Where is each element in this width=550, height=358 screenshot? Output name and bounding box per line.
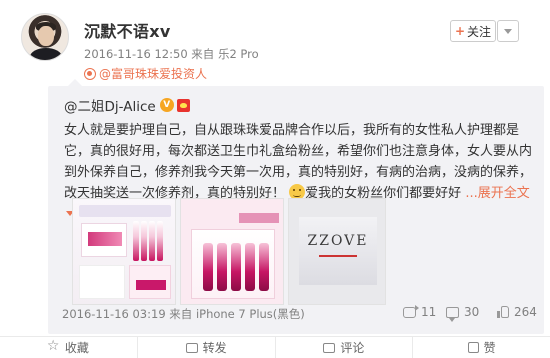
thumb2-title (239, 213, 279, 223)
repost-count[interactable]: 11 (403, 304, 437, 319)
thumb1-card (79, 265, 125, 299)
comment-label: 评论 (340, 341, 365, 355)
repost-icon (403, 304, 419, 318)
thumb1-tube (141, 221, 147, 261)
chevron-down-icon (504, 28, 512, 34)
image-thumbnail-3[interactable]: ZZOVE (288, 198, 386, 305)
comment-count-value: 30 (464, 305, 480, 319)
plus-icon: + (454, 24, 466, 38)
follow-button[interactable]: + 关注 (450, 20, 496, 42)
thumb2-bottle (245, 243, 255, 291)
repost-meta: 2016-11-16 03:19 来自 iPhone 7 Plus(黑色) (62, 307, 305, 321)
thumb2-bottle (231, 243, 241, 291)
identity-tag[interactable]: @富哥珠珠爱投资人 (84, 65, 207, 82)
thumb1-tube (157, 221, 163, 261)
repost-count-value: 11 (421, 305, 437, 319)
repost-author-link[interactable]: @二姐Dj-Alice (64, 95, 156, 115)
favorite-button[interactable]: 收藏 (0, 337, 138, 358)
verified-icon: V (159, 98, 174, 112)
thumb3-accent-line (319, 255, 357, 257)
thumb1-card-pink (129, 265, 171, 299)
thumb1-product-box (81, 223, 127, 257)
thumb1-banner (79, 205, 171, 217)
favorite-label: 收藏 (64, 341, 89, 355)
more-options-button[interactable] (497, 20, 519, 42)
identity-text: @富哥珠珠爱投资人 (99, 67, 208, 81)
star-icon (47, 338, 60, 354)
avatar-face (38, 26, 54, 46)
post-meta: 2016-11-16 12:50 来自 乐2 Pro (84, 47, 259, 61)
repost-icon (185, 342, 198, 353)
like-icon (497, 306, 509, 318)
follow-label: 关注 (467, 24, 492, 39)
like-count-value: 264 (514, 305, 537, 319)
thumb1-tube (133, 221, 139, 261)
like-button[interactable]: 赞 (413, 337, 550, 358)
comment-count[interactable]: 30 (446, 305, 480, 322)
repost-button[interactable]: 转发 (138, 337, 276, 358)
image-thumbnail-1[interactable] (72, 198, 176, 305)
thumb2-bottle (259, 243, 269, 291)
repost-label: 转发 (202, 341, 227, 355)
member-badge-icon (176, 98, 190, 112)
identity-icon (84, 67, 96, 80)
username[interactable]: 沉默不语xv (84, 18, 171, 42)
like-count[interactable]: 264 (497, 305, 537, 319)
like-label: 赞 (483, 341, 496, 355)
thumb1-tube (149, 221, 155, 261)
action-bar: 收藏 转发 评论 赞 (0, 336, 550, 358)
thumb2-bottle (217, 243, 227, 291)
thumb2-bottle (203, 243, 213, 291)
thumb3-box (299, 217, 377, 285)
comment-icon (323, 342, 336, 353)
comment-button[interactable]: 评论 (276, 337, 414, 358)
repost-card: @二姐Dj-Alice V 女人就是要护理自己，自从跟珠珠爱品牌合作以后，我所有… (48, 79, 544, 334)
expand-label: ...展开全文 (465, 186, 530, 201)
like-icon (467, 342, 479, 353)
avatar[interactable] (21, 13, 69, 61)
comment-icon (446, 306, 459, 322)
thumb3-logo: ZZOVE (307, 233, 369, 249)
repost-author: @二姐Dj-Alice V (64, 95, 190, 115)
image-thumbnail-2[interactable] (180, 198, 284, 305)
avatar-shirt (30, 48, 62, 60)
